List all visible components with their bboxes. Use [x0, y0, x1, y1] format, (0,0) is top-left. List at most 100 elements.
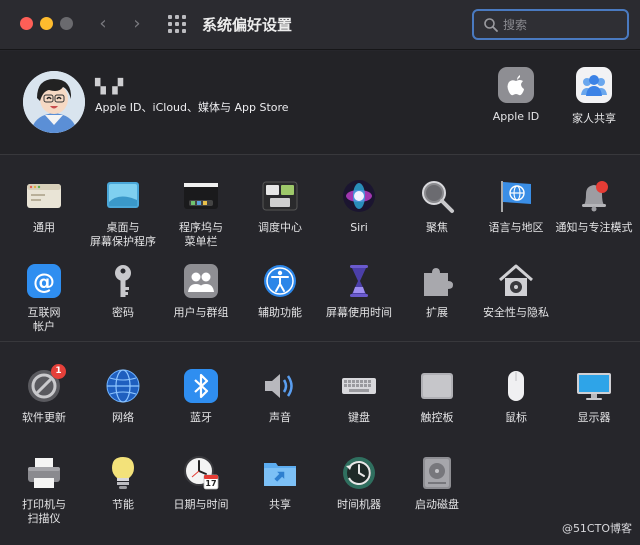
notifications-label: 通知与专注模式: [555, 221, 633, 234]
calendar-day: 17: [205, 479, 217, 488]
sharing-label: 共享: [269, 498, 291, 511]
pref-startup-disk[interactable]: 启动磁盘: [397, 455, 477, 512]
software-update-label: 软件更新: [22, 411, 66, 424]
language-region-label: 语言与地区: [488, 221, 544, 234]
users-groups-icon: [183, 263, 219, 299]
user-avatar[interactable]: [23, 71, 85, 133]
pref-keyboard[interactable]: 键盘: [319, 368, 399, 425]
software-update-icon: 1: [26, 364, 66, 404]
screen-time-label: 屏幕使用时间: [326, 306, 392, 319]
pref-mission-control[interactable]: 调度中心: [240, 178, 320, 235]
close-window-button[interactable]: [20, 17, 33, 30]
pref-accessibility[interactable]: 辅助功能: [240, 263, 320, 320]
zoom-window-button[interactable]: [60, 17, 73, 30]
pref-internet-accounts[interactable]: @ 互联网 帐户: [4, 263, 84, 334]
family-sharing-label: 家人共享: [572, 112, 616, 125]
sound-label: 声音: [269, 411, 291, 424]
bluetooth-label: 蓝牙: [190, 411, 212, 424]
pref-software-update[interactable]: 1 软件更新: [4, 364, 84, 425]
pref-energy-saver[interactable]: 节能: [83, 455, 163, 512]
pref-trackpad[interactable]: 触控板: [397, 368, 477, 425]
pref-printers-scanners[interactable]: 打印机与 扫描仪: [4, 455, 84, 526]
pref-sound[interactable]: 声音: [240, 368, 320, 425]
passwords-icon: [105, 263, 141, 299]
pref-dock-menubar[interactable]: 程序坞与 菜单栏: [161, 178, 241, 249]
pref-siri[interactable]: Siri: [319, 178, 399, 235]
show-all-grid-icon[interactable]: [168, 15, 186, 33]
network-icon: [105, 368, 141, 404]
pref-general[interactable]: 通用: [4, 178, 84, 235]
printers-scanners-label: 打印机与 扫描仪: [22, 498, 66, 525]
trackpad-icon: [419, 368, 455, 404]
accessibility-label: 辅助功能: [258, 306, 302, 319]
pref-date-time[interactable]: 17 日期与时间: [161, 455, 241, 512]
pref-desktop-screensaver[interactable]: 桌面与 屏幕保护程序: [83, 178, 163, 249]
forward-chevron-icon[interactable]: ›: [126, 12, 148, 36]
pref-network[interactable]: 网络: [83, 368, 163, 425]
pref-sharing[interactable]: 共享: [240, 455, 320, 512]
general-icon: [26, 178, 62, 214]
family-sharing-icon: [576, 67, 612, 103]
pref-time-machine[interactable]: 时间机器: [319, 455, 399, 512]
apple-id-label: Apple ID: [492, 110, 540, 123]
pref-language-region[interactable]: 语言与地区: [476, 178, 556, 235]
update-count-badge: 1: [51, 364, 66, 379]
search-icon: [484, 18, 498, 32]
pref-screen-time[interactable]: 屏幕使用时间: [319, 263, 399, 320]
search-field[interactable]: [472, 9, 629, 40]
startup-disk-label: 启动磁盘: [415, 498, 459, 511]
hardware-preferences-section: 1 软件更新 网络 蓝牙 声音 键盘 触控板 鼠标 显示器 打印机与 扫描仪 节…: [0, 343, 640, 545]
sound-icon: [262, 368, 298, 404]
notifications-icon: [576, 178, 612, 214]
pref-spotlight[interactable]: 聚焦: [397, 178, 477, 235]
keyboard-label: 键盘: [348, 411, 370, 424]
internet-accounts-icon: @: [26, 263, 62, 299]
mouse-label: 鼠标: [505, 411, 527, 424]
siri-label: Siri: [350, 221, 368, 234]
window-title: 系统偏好设置: [202, 16, 293, 34]
spotlight-icon: [419, 178, 455, 214]
pref-apple-id[interactable]: Apple ID: [481, 67, 551, 123]
pref-displays[interactable]: 显示器: [554, 368, 634, 425]
energy-saver-icon: [105, 455, 141, 491]
back-chevron-icon[interactable]: ‹: [92, 12, 114, 36]
dock-menubar-icon: [183, 178, 219, 214]
displays-icon: [576, 368, 612, 404]
account-section: ▚ ▞ Apple ID、iCloud、媒体与 App Store Apple …: [0, 51, 640, 155]
pref-mouse[interactable]: 鼠标: [476, 368, 556, 425]
siri-icon: [341, 178, 377, 214]
spotlight-label: 聚焦: [426, 221, 448, 234]
time-machine-label: 时间机器: [337, 498, 381, 511]
watermark-text: @51CTO博客: [561, 522, 632, 535]
date-time-label: 日期与时间: [173, 498, 229, 511]
title-bar: ‹ › 系统偏好设置: [0, 0, 640, 50]
network-label: 网络: [112, 411, 134, 424]
system-preferences-window: ‹ › 系统偏好设置 搜索 ▚ ▞ Apple ID、iCloud、媒体与 Ap…: [0, 0, 640, 545]
security-privacy-icon: [498, 263, 534, 299]
users-groups-label: 用户与群组: [173, 306, 229, 319]
keyboard-icon: [341, 368, 377, 404]
pref-extensions[interactable]: 扩展: [397, 263, 477, 320]
pref-family-sharing[interactable]: 家人共享: [559, 67, 629, 126]
startup-disk-icon: [419, 455, 455, 491]
date-time-icon: 17: [183, 455, 219, 491]
mouse-icon: [498, 368, 534, 404]
pref-bluetooth[interactable]: 蓝牙: [161, 368, 241, 425]
screen-time-icon: [341, 263, 377, 299]
pref-notifications[interactable]: 通知与专注模式: [554, 178, 634, 235]
minimize-window-button[interactable]: [40, 17, 53, 30]
svg-text:@: @: [33, 270, 55, 295]
pref-passwords[interactable]: 密码: [83, 263, 163, 320]
dock-menubar-label: 程序坞与 菜单栏: [179, 221, 223, 248]
passwords-label: 密码: [112, 306, 134, 319]
security-privacy-label: 安全性与隐私: [483, 306, 549, 319]
search-input[interactable]: [503, 14, 621, 35]
pref-security-privacy[interactable]: 安全性与隐私: [476, 263, 556, 320]
extensions-icon: [419, 263, 455, 299]
mission-control-label: 调度中心: [258, 221, 302, 234]
account-subtitle[interactable]: Apple ID、iCloud、媒体与 App Store: [95, 99, 289, 115]
printers-scanners-icon: [26, 455, 62, 491]
general-label: 通用: [33, 221, 55, 234]
user-name-pixelated: ▚ ▞: [95, 79, 124, 95]
pref-users-groups[interactable]: 用户与群组: [161, 263, 241, 320]
